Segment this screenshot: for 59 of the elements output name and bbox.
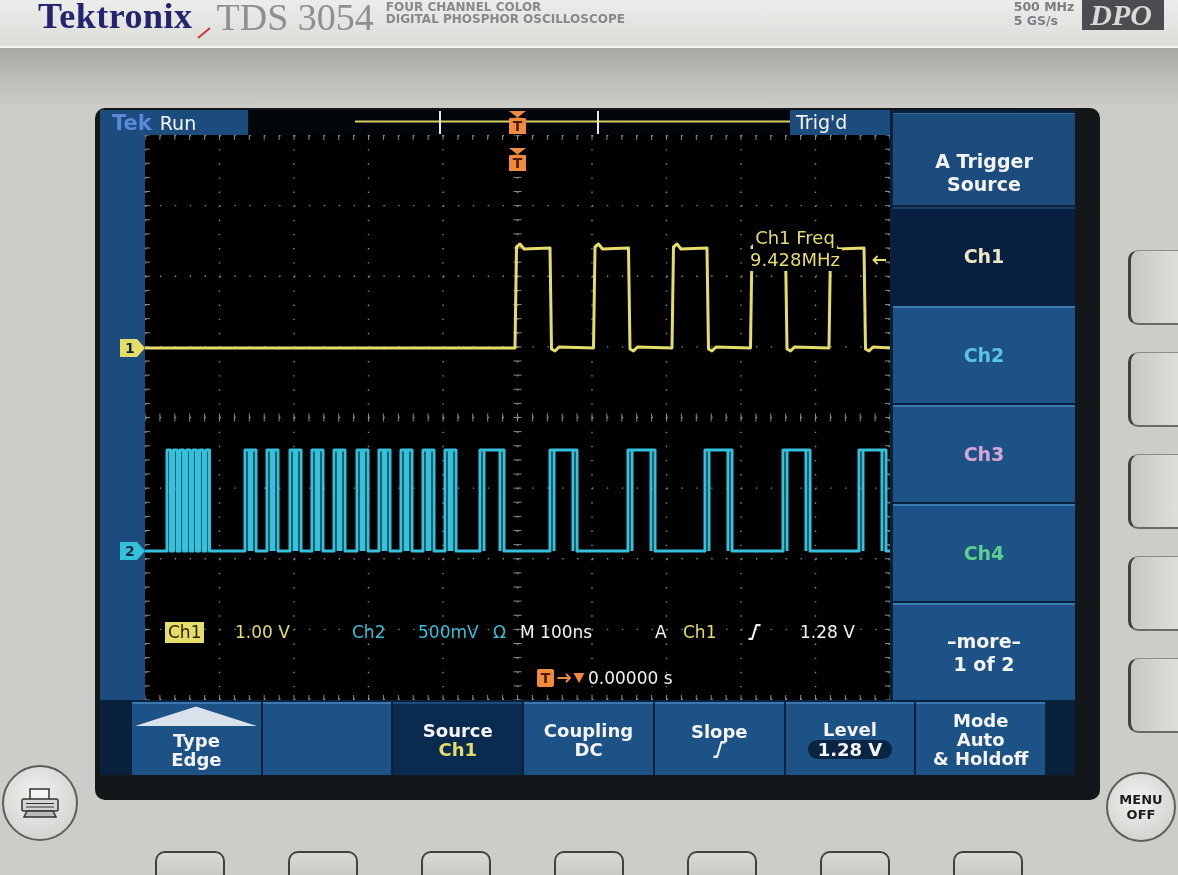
channel-option-button[interactable]: Ch4: [893, 504, 1075, 601]
acquisition-state: Run: [159, 110, 197, 135]
status-readout: 500mV: [418, 621, 479, 643]
status-readout: Ch1: [683, 621, 717, 643]
brand-logo: Tektronix: [38, 0, 193, 32]
menu-button[interactable]: Slope: [654, 702, 784, 775]
trigger-status: Trig'd: [790, 110, 890, 135]
measurement-value: 9.428MHz: [747, 249, 842, 271]
view-window-edge: [439, 110, 441, 135]
menu-off-button[interactable]: MENU OFF: [1106, 772, 1176, 842]
delay-marker: T: [537, 669, 554, 687]
channel-option-button[interactable]: Ch3: [893, 405, 1075, 502]
channel-tag: Ch1: [165, 621, 205, 643]
trigger-marker: T: [509, 148, 526, 171]
menu-button[interactable]: Source Ch1: [393, 702, 523, 775]
bezel-button[interactable]: [155, 851, 225, 875]
left-arrow-icon: [872, 255, 886, 265]
menu-title: A Trigger Source: [893, 113, 1075, 205]
printer-icon: [20, 788, 60, 818]
bezel-button[interactable]: [1128, 658, 1178, 733]
rising-edge-icon: [748, 624, 761, 640]
trigger-marker: T: [509, 111, 526, 134]
scratch-mark-icon: [196, 27, 211, 39]
delay-arrow-icon: [557, 671, 585, 685]
rising-edge-icon: [712, 740, 726, 758]
product-subtitle: DIGITAL PHOSPHOR OSCILLOSCOPE: [385, 13, 625, 25]
channel-marker: 2: [120, 542, 145, 560]
status-readout: Ch2: [352, 621, 386, 643]
status-readout: Ω: [493, 621, 506, 643]
bezel-button[interactable]: [554, 851, 624, 875]
dpo-badge: DPO: [1082, 0, 1164, 30]
spec-text: 500 MHz: [1013, 0, 1075, 14]
status-readout: 1.28 V: [800, 621, 855, 643]
bezel-button[interactable]: [288, 851, 358, 875]
brand-logo: Tek: [112, 110, 152, 135]
bezel-button[interactable]: [1128, 250, 1178, 325]
status-readout: M 100ns: [520, 621, 593, 643]
menu-button[interactable]: Level 1.28 V: [785, 702, 915, 775]
menu-button[interactable]: Coupling DC: [524, 702, 653, 775]
bezel-button[interactable]: [953, 851, 1023, 875]
bezel-button[interactable]: [421, 851, 491, 875]
menu-button[interactable]: Mode Auto & Holdoff: [916, 702, 1046, 775]
bezel-button[interactable]: [820, 851, 890, 875]
measurement-label: Ch1 Freq: [753, 227, 837, 249]
model-name: TDS 3054: [216, 0, 374, 34]
channel-marker: 1: [120, 339, 145, 357]
bezel-button[interactable]: [1128, 556, 1178, 631]
bezel-button[interactable]: [687, 851, 757, 875]
status-readout: 1.00 V: [235, 621, 290, 643]
bezel-button[interactable]: [1128, 352, 1178, 427]
product-subtitle: FOUR CHANNEL COLOR: [385, 1, 542, 13]
spec-text: 5 GS/s: [1013, 14, 1059, 28]
bezel-button[interactable]: [1128, 454, 1178, 529]
menu-button[interactable]: Type Edge: [132, 702, 261, 775]
status-readout: A: [655, 621, 667, 643]
more-button[interactable]: –more– 1 of 2: [893, 603, 1075, 700]
delay-readout: 0.00000 s: [588, 667, 673, 689]
view-window-edge: [597, 110, 599, 135]
channel-option-button[interactable]: Ch2: [893, 306, 1075, 403]
